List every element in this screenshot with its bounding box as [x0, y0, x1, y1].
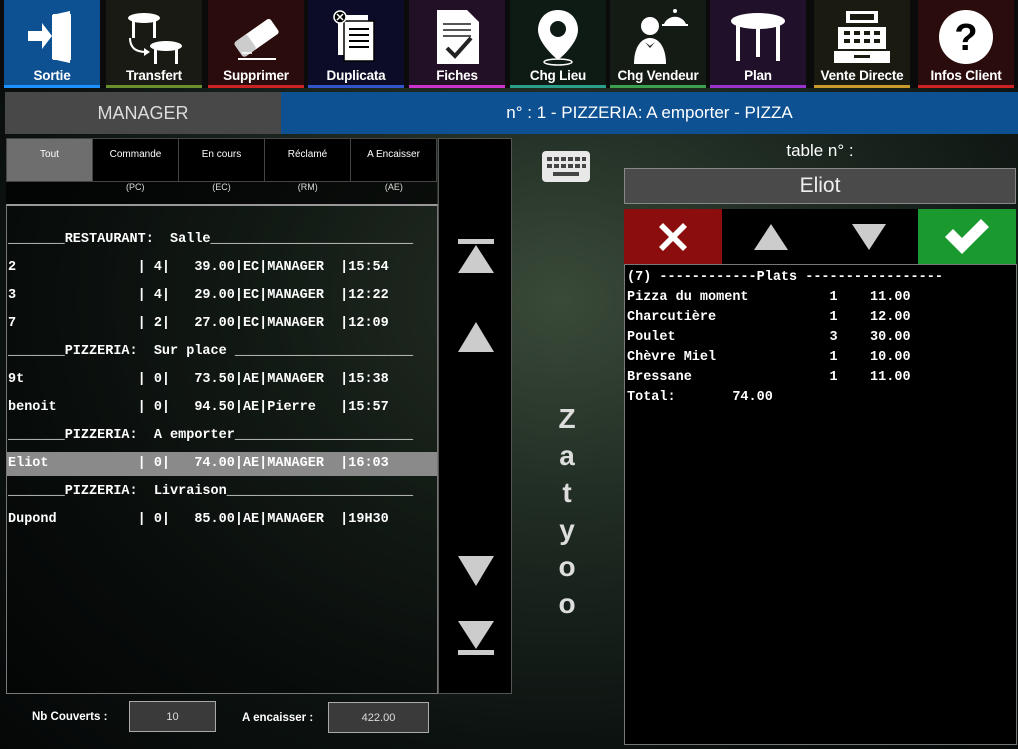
list-group-header: _______PIZZERIA: Sur place _____________… — [8, 344, 414, 359]
tab-commande[interactable]: Commande — [93, 139, 179, 181]
chg-lieu-label: Chg Lieu — [529, 68, 587, 83]
tab-codes: (PC) (EC) (RM) (AE) — [6, 182, 437, 204]
ticket-line: Pizza du moment 1 11.00 — [627, 290, 911, 305]
scroll-top-button[interactable] — [456, 237, 496, 277]
table-row[interactable]: 9t | 0| 73.50|AE|MANAGER |15:38 — [7, 368, 437, 392]
vente-directe-label: Vente Directe — [820, 68, 904, 83]
table-row[interactable]: Dupond | 0| 85.00|AE|MANAGER |19H30 — [7, 508, 437, 532]
ticket-line: Bressane 1 11.00 — [627, 370, 911, 385]
amount-due-value: 422.00 — [328, 702, 429, 733]
list-group-header: _______RESTAURANT: Salle________________… — [8, 232, 414, 247]
tab-en-cours[interactable]: En cours — [179, 139, 265, 181]
chg-vendeur-label: Chg Vendeur — [617, 68, 699, 83]
table-row[interactable]: benoit | 0| 94.50|AE|Pierre |15:57 — [7, 396, 437, 420]
keyboard-icon — [542, 151, 590, 182]
waiter-icon — [628, 7, 688, 67]
scroll-bottom-icon — [458, 621, 494, 655]
supprimer-label: Supprimer — [223, 68, 289, 83]
table-plan-icon — [728, 7, 788, 67]
supprimer-button[interactable]: Supprimer — [208, 0, 304, 88]
table-row[interactable]: 2 | 4| 39.00|EC|MANAGER |15:54 — [7, 256, 437, 280]
brand-letter: o — [558, 588, 576, 619]
table-row[interactable]: 3 | 4| 29.00|EC|MANAGER |12:22 — [7, 284, 437, 308]
transfert-label: Transfert — [126, 68, 182, 83]
arrow-up-icon — [754, 223, 788, 250]
list-scroll-controls — [438, 138, 512, 694]
order-title: n° : 1 - PIZZERIA: A emporter - PIZZA — [281, 92, 1018, 134]
brand-letter: o — [558, 551, 576, 582]
brand-letter: a — [559, 440, 575, 471]
chg-lieu-button[interactable]: Chg Lieu — [510, 0, 606, 88]
transfert-button[interactable]: Transfert — [106, 0, 202, 88]
tab-tout[interactable]: Tout — [7, 139, 93, 181]
keyboard-button[interactable] — [541, 150, 591, 183]
ticket-up-button[interactable] — [722, 209, 820, 264]
list-group-header: _______PIZZERIA: Livraison______________… — [8, 484, 414, 499]
ticket-total: Total: 74.00 — [627, 390, 773, 405]
close-icon — [659, 222, 687, 251]
tab-reclame[interactable]: Réclamé — [265, 139, 351, 181]
fiches-button[interactable]: Fiches — [409, 0, 505, 88]
table-number-label: table n° : — [786, 141, 854, 160]
plan-button[interactable]: Plan — [710, 0, 806, 88]
client-name-field[interactable]: Eliot — [624, 168, 1016, 204]
tab-code-en-cours: (EC) — [212, 182, 231, 192]
svg-text:?: ? — [954, 17, 977, 59]
order-ticket: (7) ------------Plats ----------------- … — [624, 264, 1017, 745]
duplicata-button[interactable]: Duplicata — [308, 0, 404, 88]
infos-client-button[interactable]: ? Infos Client — [918, 0, 1014, 88]
tab-a-encaisser[interactable]: A Encaisser — [351, 139, 436, 181]
brand-letter: y — [559, 514, 575, 545]
scroll-down-icon — [458, 556, 494, 586]
brand-letter: Z — [558, 403, 576, 434]
ticket-line: Chèvre Miel 1 10.00 — [627, 350, 911, 365]
user-badge: MANAGER — [5, 92, 281, 134]
scroll-bottom-button[interactable] — [456, 617, 496, 657]
tab-code-reclame: (RM) — [297, 182, 318, 192]
scroll-up-icon — [458, 322, 494, 352]
table-row-selected[interactable]: Eliot | 0| 74.00|AE|MANAGER |16:03 — [7, 452, 437, 476]
chg-vendeur-button[interactable]: Chg Vendeur — [610, 0, 706, 88]
check-icon — [945, 218, 989, 254]
arrow-down-icon — [852, 223, 886, 250]
ticket-line: Poulet 3 30.00 — [627, 330, 911, 345]
cash-register-icon — [832, 7, 892, 67]
list-group-header: _______PIZZERIA: A emporter_____________… — [8, 428, 414, 443]
sortie-label: Sortie — [33, 68, 71, 83]
location-pin-icon — [528, 7, 588, 67]
covers-label: Nb Couverts : — [32, 711, 108, 723]
validate-button[interactable] — [918, 209, 1016, 264]
filter-tabs: Tout Commande En cours Réclamé A Encaiss… — [6, 138, 437, 182]
brand-logo: Z a t y o o — [552, 400, 582, 622]
plan-label: Plan — [744, 68, 772, 83]
tab-code-tout — [6, 182, 92, 204]
fiches-label: Fiches — [436, 68, 478, 83]
ticket-line: Charcutière 1 12.00 — [627, 310, 911, 325]
transfer-tables-icon — [124, 7, 184, 67]
amount-due-label: A encaisser : — [242, 712, 314, 724]
vente-directe-button[interactable]: Vente Directe — [814, 0, 910, 88]
tab-code-a-encaisser: (AE) — [384, 182, 403, 192]
brand-letter: t — [562, 477, 572, 508]
ticket-header: (7) ------------Plats ----------------- — [627, 270, 943, 285]
sortie-button[interactable]: Sortie — [4, 0, 100, 88]
duplicata-label: Duplicata — [326, 68, 386, 83]
tab-code-commande: (PC) — [126, 182, 145, 192]
exit-door-icon — [22, 7, 82, 67]
cancel-button[interactable] — [624, 209, 722, 264]
order-list: _______RESTAURANT: Salle________________… — [6, 204, 438, 694]
scroll-down-button[interactable] — [456, 551, 496, 591]
ticket-down-button[interactable] — [820, 209, 918, 264]
form-check-icon — [427, 7, 487, 67]
duplicate-icon — [326, 7, 386, 67]
question-icon: ? — [936, 7, 996, 67]
main-toolbar: Sortie Transfert Supprimer Duplicata Fic… — [0, 0, 1018, 88]
scroll-up-button[interactable] — [456, 317, 496, 357]
eraser-icon — [226, 7, 286, 67]
table-row[interactable]: 7 | 2| 27.00|EC|MANAGER |12:09 — [7, 312, 437, 336]
infos-client-label: Infos Client — [930, 68, 1002, 83]
scroll-top-icon — [458, 239, 494, 273]
covers-value: 10 — [129, 701, 216, 732]
